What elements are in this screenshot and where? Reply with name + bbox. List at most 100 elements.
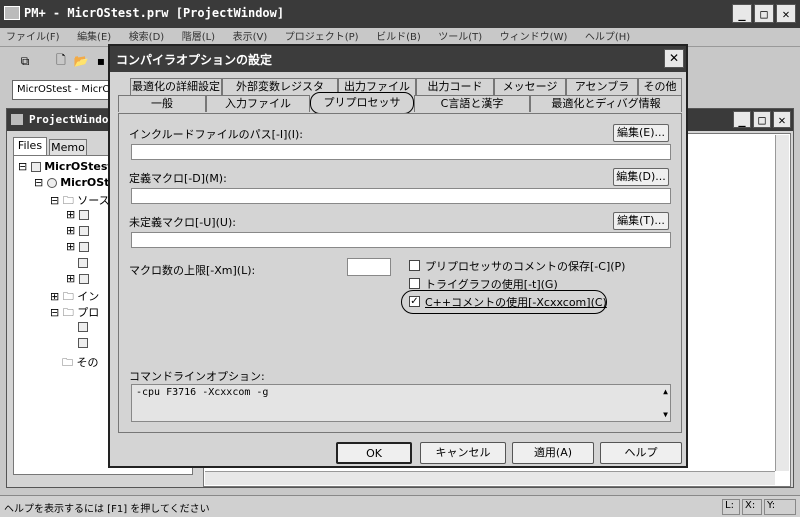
menu-file[interactable]: ファイル(F) [6,32,60,43]
undef-macro-label: 未定義マクロ[-U](U): [129,216,236,229]
help-button[interactable]: ヘルプ [600,442,682,464]
preserve-comments-label: プリプロセッサのコメントの保存[-C](P) [425,260,626,273]
project-maximize-button[interactable]: □ [753,111,771,128]
app-icon [4,6,20,20]
scroll-up-icon[interactable]: ▲ [663,387,668,396]
cancel-button[interactable]: キャンセル [420,442,506,464]
menu-hierarchy[interactable]: 階層(L) [182,32,215,43]
file-icon [78,274,89,284]
open-folder-icon[interactable]: 📂 [72,52,90,70]
include-path-label: インクルードファイルのパス[-I](I): [129,128,303,141]
dialog-close-button[interactable]: ✕ [664,49,684,68]
folder-icon: 🗀 [62,356,73,369]
status-field-line: L: [722,499,740,515]
edit-include-button[interactable]: 編集(E)... [613,124,669,142]
edit-undef-button[interactable]: 編集(T)... [613,212,669,230]
menu-bar: ファイル(F) 編集(E) 検索(D) 階層(L) 表示(V) プロジェクト(P… [6,28,796,44]
template-icon[interactable]: ⧉ [16,52,34,70]
status-bar: ヘルプを表示するには [F1] を押してください L: X: Y: [0,495,800,517]
tab-c-language-kanji[interactable]: C言語と漢字 [414,95,530,112]
cpp-comment-checkbox[interactable]: ✓ [409,296,420,307]
include-path-field[interactable] [131,144,671,160]
project-combo[interactable]: MicrOStest - MicrOS [12,80,112,100]
tab-files[interactable]: Files [13,137,47,155]
ok-button[interactable]: OK [336,442,412,464]
project-icon [30,162,41,172]
menu-project[interactable]: プロジェクト(P) [285,32,359,43]
new-file-icon[interactable]: 🗋 [52,52,70,70]
tree-item[interactable]: 🗀 その [62,354,99,373]
apply-button[interactable]: 適用(A) [512,442,594,464]
menu-search[interactable]: 検索(D) [129,32,165,43]
preserve-comments-checkbox[interactable] [409,260,420,271]
tree-item[interactable]: ⊞ [66,240,89,253]
tree-item[interactable] [78,336,88,349]
tab-other[interactable]: その他 [638,78,682,95]
menu-window[interactable]: ウィンドウ(W) [500,32,568,43]
maximize-button[interactable]: □ [754,4,774,23]
collapse-icon: ⊟ [50,194,60,207]
cmdline-field: -cpu F3716 -Xcxxcom -g ▲ ▼ [131,384,671,422]
compiler-options-dialog: コンパイラオプションの設定 ✕ 最適化の詳細設定 外部変数レジスタ 出力ファイル… [108,44,688,468]
tab-output-code[interactable]: 出力コード [416,78,494,95]
tab-input-file[interactable]: 入力ファイル [206,95,310,112]
folder-icon: 🗀 [62,194,74,207]
cpp-comment-label: C++コメントの使用[-Xcxxcom](C) [425,296,607,309]
vertical-scrollbar[interactable] [775,135,789,471]
tree-item[interactable]: ⊞ [66,224,89,237]
status-text: ヘルプを表示するには [F1] を押してください [4,504,210,515]
trigraph-checkbox[interactable] [409,278,420,289]
project-window-icon [11,114,23,125]
file-icon [78,338,88,348]
tree-item[interactable]: ⊟ 🗀 プロ [50,304,99,323]
tab-general[interactable]: 一般 [118,95,206,112]
tree-item[interactable] [78,320,88,333]
main-title-bar: PM+ - MicrOStest.prw [ProjectWindow] _ □… [0,0,800,28]
folder-icon: 🗀 [62,290,74,303]
tab-assembler[interactable]: アセンブラ [566,78,638,95]
menu-build[interactable]: ビルド(B) [376,32,421,43]
status-field-x: X: [742,499,762,515]
tab-body: インクルードファイルのパス[-I](I): 編集(E)... 定義マクロ[-D]… [118,113,682,433]
tab-memo[interactable]: Memo [49,139,87,155]
status-field-y: Y: [764,499,796,515]
file-icon [78,242,89,252]
database-icon [46,178,57,188]
horizontal-scrollbar[interactable] [205,471,775,485]
tab-preprocessor[interactable]: プリプロセッサ [310,92,414,114]
edit-define-button[interactable]: 編集(D)... [613,168,669,186]
menu-tools[interactable]: ツール(T) [438,32,482,43]
app-title: PM+ - MicrOStest.prw [ProjectWindow] [24,6,285,20]
menu-view[interactable]: 表示(V) [233,32,268,43]
macro-limit-field[interactable] [347,258,391,276]
collapse-icon: ⊟ [18,160,28,173]
tree-item[interactable]: ⊟ MicrOSt [34,176,109,189]
cmdline-label: コマンドラインオプション: [129,370,265,383]
tab-opt-detail[interactable]: 最適化の詳細設定 [130,78,222,95]
menu-edit[interactable]: 編集(E) [77,32,111,43]
define-macro-field[interactable] [131,188,671,204]
tree-item[interactable]: ⊟ MicrOStest [18,160,113,173]
tab-messages[interactable]: メッセージ [494,78,566,95]
collapse-icon: ⊟ [34,176,44,189]
tree-item[interactable]: ⊞ [66,272,89,285]
undef-macro-field[interactable] [131,232,671,248]
file-icon [78,226,89,236]
project-window-title: ProjectWindow [29,113,116,126]
macro-limit-label: マクロ数の上限[-Xm](L): [129,264,256,277]
folder-icon: 🗀 [62,306,74,319]
file-icon [78,258,88,268]
tab-optimize-debug[interactable]: 最適化とディバグ情報 [530,95,682,112]
file-icon [78,322,88,332]
define-macro-label: 定義マクロ[-D](M): [129,172,227,185]
dialog-title-bar: コンパイラオプションの設定 ✕ [110,46,686,72]
tree-item[interactable] [78,256,88,269]
project-close-button[interactable]: ✕ [773,111,791,128]
tree-item[interactable]: ⊞ [66,208,89,221]
file-icon [78,210,89,220]
close-button[interactable]: ✕ [776,4,796,23]
scroll-down-icon[interactable]: ▼ [663,410,668,419]
project-minimize-button[interactable]: _ [733,111,751,128]
menu-help[interactable]: ヘルプ(H) [585,32,630,43]
minimize-button[interactable]: _ [732,4,752,23]
